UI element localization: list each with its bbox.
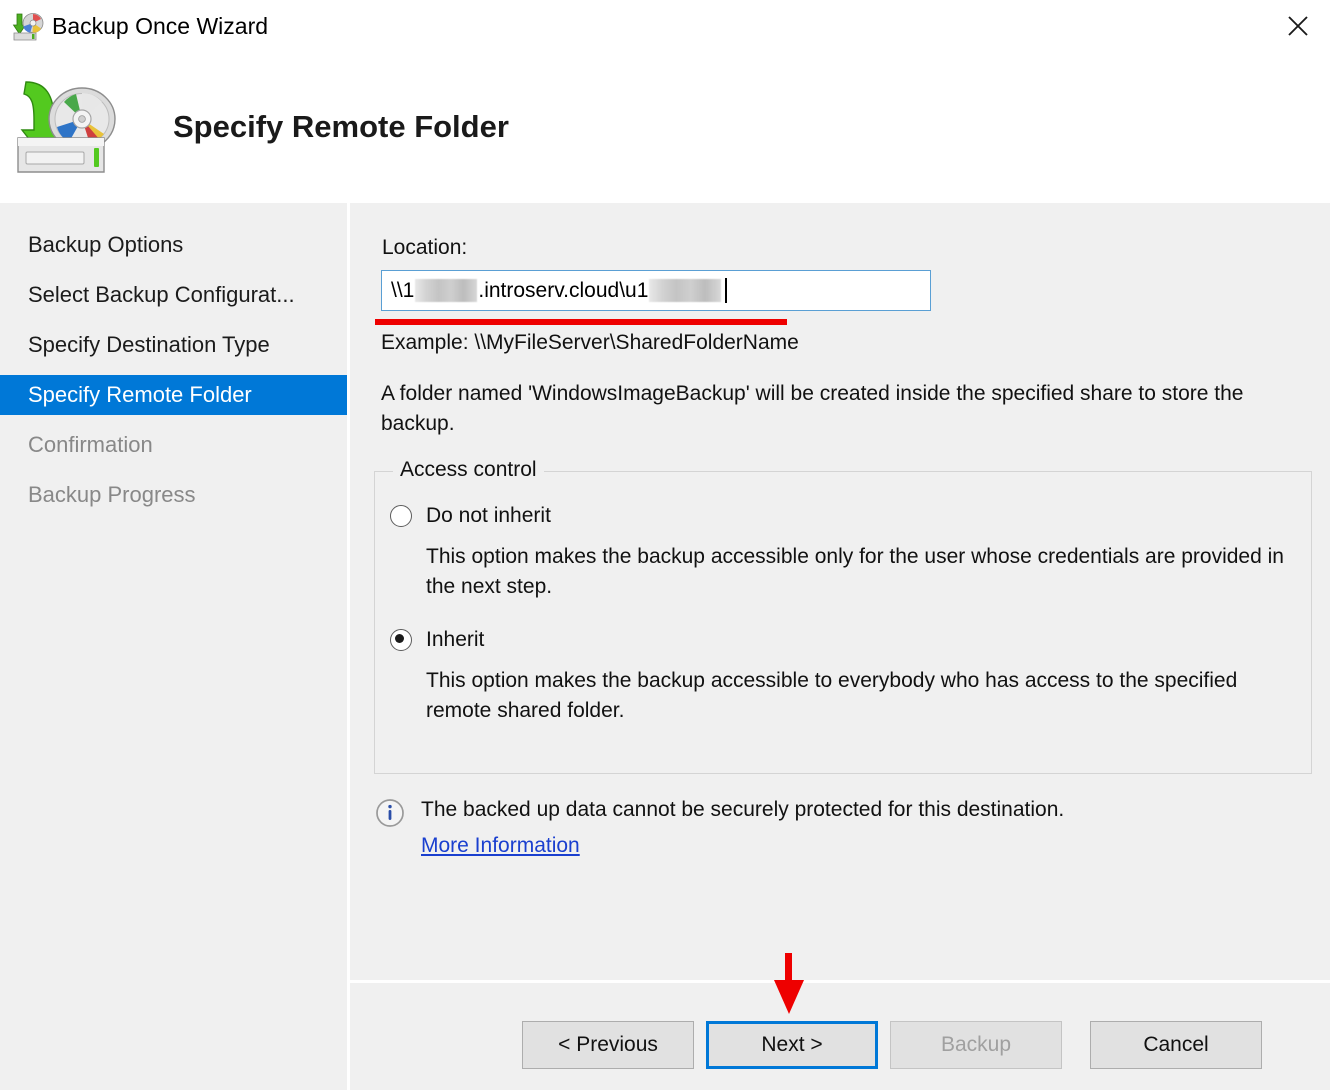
window-title: Backup Once Wizard <box>52 13 268 40</box>
radio-inherit-indicator[interactable] <box>390 629 412 651</box>
title-bar: Backup Once Wizard <box>0 0 1330 56</box>
dialog-footer: < Previous Next > Backup Cancel <box>350 983 1330 1090</box>
wizard-steps-sidebar: Backup Options Select Backup Configurat.… <box>0 203 347 1090</box>
content-panel: Location: \\1 .introserv.cloud\u1 Example… <box>350 203 1330 980</box>
sidebar-item-backup-options[interactable]: Backup Options <box>0 225 347 265</box>
location-input[interactable]: \\1 .introserv.cloud\u1 <box>381 270 931 311</box>
info-icon <box>375 798 405 828</box>
redacted-share-segment <box>649 279 721 302</box>
next-button[interactable]: Next > <box>706 1021 878 1069</box>
radio-inherit[interactable]: Inherit <box>390 628 484 652</box>
sidebar-item-specify-destination-type[interactable]: Specify Destination Type <box>0 325 347 365</box>
radio-do-not-inherit-indicator[interactable] <box>390 505 412 527</box>
sidebar-item-confirmation: Confirmation <box>0 425 347 465</box>
radio-inherit-label[interactable]: Inherit <box>426 628 484 652</box>
location-value-prefix: \\1 <box>391 279 414 303</box>
radio-inherit-description: This option makes the backup accessible … <box>426 666 1291 726</box>
close-icon[interactable] <box>1272 4 1324 48</box>
previous-button[interactable]: < Previous <box>522 1021 694 1069</box>
radio-do-not-inherit[interactable]: Do not inherit <box>390 504 551 528</box>
sidebar-item-select-backup-config[interactable]: Select Backup Configurat... <box>0 275 347 315</box>
page-title: Specify Remote Folder <box>173 109 509 145</box>
location-example-text: Example: \\MyFileServer\SharedFolderName <box>381 331 799 355</box>
annotation-underline <box>375 319 787 325</box>
folder-note-text: A folder named 'WindowsImageBackup' will… <box>381 379 1291 439</box>
radio-do-not-inherit-label[interactable]: Do not inherit <box>426 504 551 528</box>
backup-button: Backup <box>890 1021 1062 1069</box>
access-control-group: Access control Do not inherit This optio… <box>374 471 1312 774</box>
backup-disc-icon <box>10 9 46 45</box>
sidebar-item-backup-progress: Backup Progress <box>0 475 347 515</box>
location-label: Location: <box>382 236 467 260</box>
page-header: Specify Remote Folder <box>0 56 1330 203</box>
radio-do-not-inherit-description: This option makes the backup accessible … <box>426 542 1291 602</box>
backup-drive-disc-icon <box>8 74 128 184</box>
access-control-legend: Access control <box>393 458 544 482</box>
cancel-button[interactable]: Cancel <box>1090 1021 1262 1069</box>
info-message: The backed up data cannot be securely pr… <box>421 798 1064 822</box>
sidebar-item-specify-remote-folder[interactable]: Specify Remote Folder <box>0 375 347 415</box>
text-cursor <box>725 278 727 303</box>
redacted-host-segment <box>415 279 477 302</box>
dialog-body: Backup Options Select Backup Configurat.… <box>0 203 1330 1090</box>
more-information-link[interactable]: More Information <box>421 834 580 858</box>
location-value-middle: .introserv.cloud\u1 <box>478 279 648 303</box>
